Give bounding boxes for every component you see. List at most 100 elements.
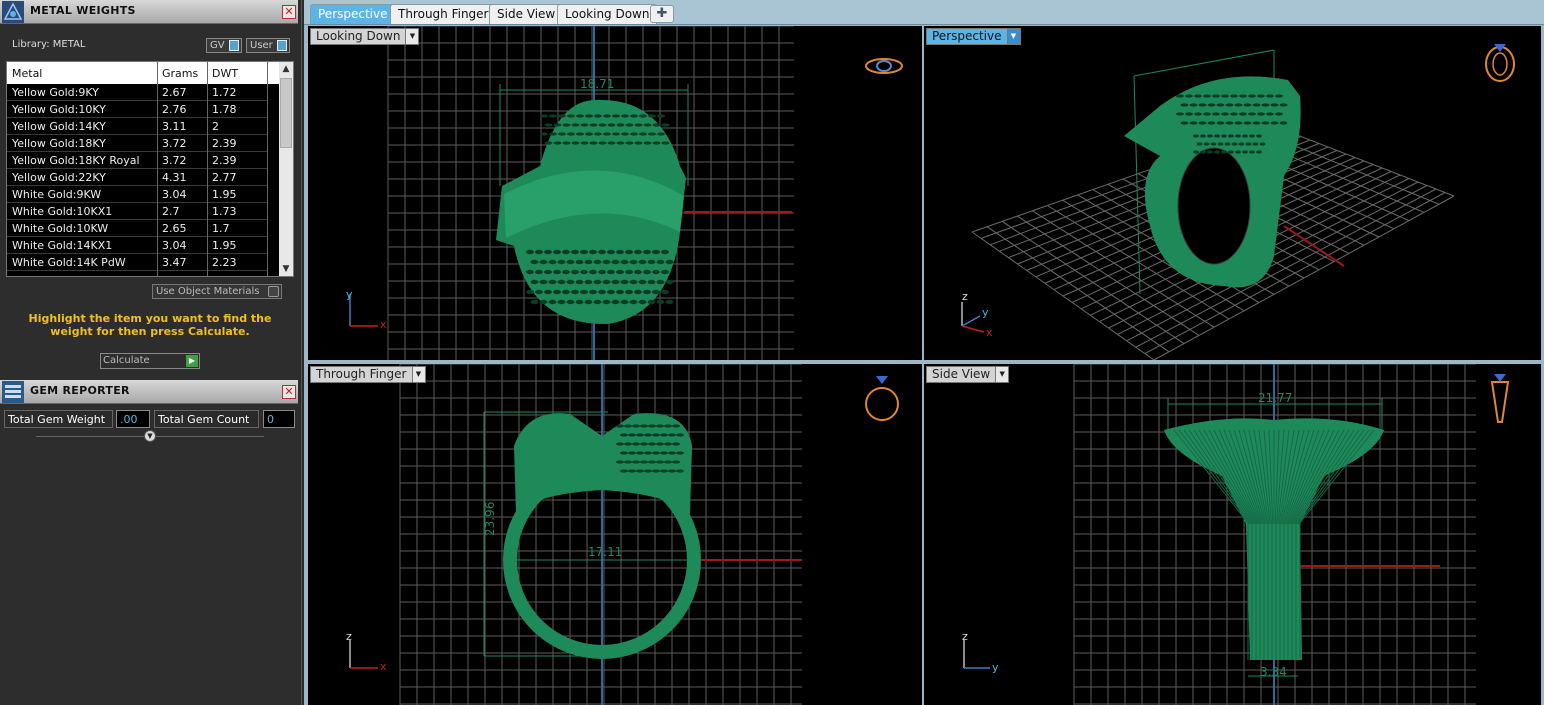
cell-grams: 3.11 [162, 120, 187, 133]
cell-grams: 3.04 [162, 239, 187, 252]
library-label: Library: METAL [12, 39, 86, 50]
close-icon[interactable]: ✕ [282, 385, 296, 399]
metal-weights-icon [2, 1, 24, 23]
cell-grams: 2.76 [162, 103, 187, 116]
use-object-materials-label: Use Object Materials [156, 286, 260, 297]
cell-metal: Yellow Gold:14KY [12, 120, 106, 133]
table-row[interactable]: Yellow Gold:14KY 3.11 2 [7, 118, 279, 135]
gem-reporter-title: GEM REPORTER [30, 384, 130, 397]
table-row[interactable]: Yellow Gold:10KY 2.76 1.78 [7, 101, 279, 118]
scroll-down-icon[interactable]: ▼ [279, 262, 293, 276]
info-icon [277, 40, 287, 51]
dimension-label: 18.71 [580, 77, 614, 91]
view-tab-bar: Perspective Through Finger Side View Loo… [304, 0, 1544, 25]
cell-metal: Yellow Gold:18KY Royal [12, 154, 140, 167]
chevron-down-icon[interactable]: ▼ [995, 367, 1009, 382]
calculate-label: Calculate [103, 355, 150, 366]
column-header-metal[interactable]: Metal [12, 67, 42, 80]
use-object-materials-toggle[interactable]: Use Object Materials [152, 284, 282, 299]
close-icon[interactable]: ✕ [282, 5, 296, 19]
cell-grams: 2.65 [162, 222, 187, 235]
viewport-menu-side-view[interactable]: Side View ▼ [926, 366, 1010, 383]
viewport-menu-looking-down[interactable]: Looking Down ▼ [310, 28, 420, 45]
scroll-up-icon[interactable]: ▲ [279, 62, 293, 76]
axis-label-x: x [380, 318, 387, 331]
tab-looking-down[interactable]: Looking Down [557, 4, 658, 24]
table-scrollbar[interactable]: ▲ ▼ [279, 62, 293, 276]
column-divider [267, 62, 268, 276]
cell-dwt: 2.39 [212, 154, 237, 167]
chevron-down-icon[interactable]: ▼ [405, 29, 419, 44]
cell-metal: Yellow Gold:9KY [12, 86, 99, 99]
cell-dwt: 2.39 [212, 137, 237, 150]
viewport-label: Looking Down [316, 29, 401, 43]
column-header-dwt[interactable]: DWT [212, 67, 238, 80]
cell-dwt: 1.7 [212, 222, 230, 235]
column-divider [157, 62, 158, 276]
cell-dwt: 1.78 [212, 103, 237, 116]
side-view-canvas: 21.77 3.34 z y [962, 364, 1510, 705]
axis-label-z: z [962, 630, 968, 643]
ring-icon[interactable] [1490, 374, 1510, 423]
viewport-perspective[interactable]: z y x Perspective ▼ [924, 26, 1541, 360]
gem-reporter-icon [2, 381, 24, 403]
table-row[interactable]: Yellow Gold:18KY Royal 3.72 2.39 [7, 152, 279, 169]
tab-perspective[interactable]: Perspective [310, 4, 396, 24]
viewport-through-finger[interactable]: 23.96 17.11 z x Through Finger ▼ [308, 364, 922, 705]
axis-label-x: x [986, 326, 993, 339]
left-panel: METAL WEIGHTS ✕ Library: METAL GV User M… [0, 0, 302, 705]
gv-button[interactable]: GV [206, 38, 242, 53]
table-row[interactable]: White Gold:10KW 2.65 1.7 [7, 220, 279, 237]
chevron-down-icon[interactable]: ▼ [411, 367, 425, 382]
add-tab-icon[interactable]: ✚ [650, 5, 674, 23]
tab-through-finger[interactable]: Through Finger [390, 4, 497, 24]
through-finger-canvas: 23.96 17.11 z x [346, 364, 899, 705]
cell-grams: 3.47 [162, 256, 187, 269]
scroll-thumb[interactable] [280, 78, 292, 148]
tab-side-view[interactable]: Side View [489, 4, 564, 24]
axis-label-x: x [380, 660, 387, 673]
table-row[interactable]: Yellow Gold:18KY 3.72 2.39 [7, 135, 279, 152]
column-divider [207, 62, 208, 276]
table-row[interactable]: White Gold:9KW 3.04 1.95 [7, 186, 279, 203]
total-gem-weight-label: Total Gem Weight [4, 410, 113, 428]
dimension-top: 21.77 [1258, 391, 1292, 405]
ring-icon[interactable] [865, 58, 903, 74]
table-row[interactable]: Yellow Gold:9KY 2.67 1.72 [7, 84, 279, 101]
perspective-canvas: z y x [961, 44, 1515, 360]
info-icon [229, 40, 239, 51]
calculate-button[interactable]: Calculate ▶ [100, 353, 200, 369]
cell-dwt: 1.73 [212, 205, 237, 218]
table-row[interactable]: White Gold:10KX1 2.7 1.73 [7, 203, 279, 220]
slider-handle[interactable]: ▼ [144, 430, 156, 442]
ring-icon[interactable] [865, 376, 899, 421]
axis-label-y: y [982, 306, 989, 319]
chevron-down-icon[interactable]: ▼ [1006, 29, 1020, 44]
axis-label-z: z [346, 630, 352, 643]
table-row[interactable]: Yellow Gold:22KY 4.31 2.77 [7, 169, 279, 186]
viewport-looking-down[interactable]: 18.71 y x Looking Down ▼ [308, 26, 922, 360]
column-header-grams[interactable]: Grams [162, 67, 198, 80]
metal-weights-title: METAL WEIGHTS [30, 4, 136, 17]
cell-metal: White Gold:14K PdW [12, 256, 126, 269]
checkbox-icon[interactable] [268, 286, 279, 297]
cell-grams: 2.7 [162, 205, 180, 218]
viewport-menu-through-finger[interactable]: Through Finger ▼ [310, 366, 426, 383]
total-gem-weight-value: .00 [116, 410, 150, 428]
ring-icon[interactable] [1485, 44, 1515, 82]
table-row[interactable]: White Gold:14K PdW 3.47 2.23 [7, 254, 279, 271]
cell-metal: White Gold:10KX1 [12, 205, 113, 218]
cell-dwt: 1.72 [212, 86, 237, 99]
metal-weights-header: METAL WEIGHTS ✕ [0, 0, 298, 24]
gv-label: GV [210, 40, 225, 51]
table-row[interactable]: White Gold:14KX1 3.04 1.95 [7, 237, 279, 254]
viewport-menu-perspective[interactable]: Perspective ▼ [926, 28, 1021, 45]
cell-grams: 2.67 [162, 86, 187, 99]
dimension-bottom: 3.34 [1260, 665, 1287, 679]
dimension-width: 17.11 [588, 545, 622, 559]
user-label: User [250, 40, 273, 51]
viewport-side-view[interactable]: 21.77 3.34 z y Side View ▼ [924, 364, 1541, 705]
cell-metal: Yellow Gold:22KY [12, 171, 106, 184]
cell-dwt: 1.95 [212, 188, 237, 201]
user-button[interactable]: User [246, 38, 290, 53]
